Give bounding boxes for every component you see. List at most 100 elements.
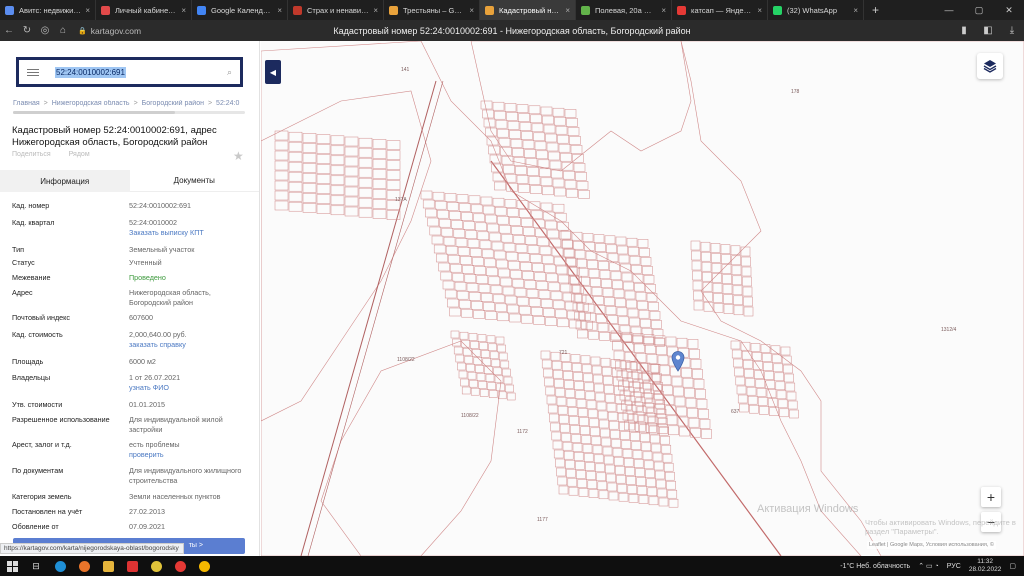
weather-widget[interactable]: -1°C Неб. облачность <box>840 563 910 570</box>
breadcrumb-item[interactable]: Богородский район <box>142 100 204 107</box>
parcel <box>624 290 636 300</box>
nearby-link[interactable]: Рядом <box>69 151 90 158</box>
parcel <box>665 336 677 347</box>
browser-tab[interactable]: Кадастровый номер × <box>480 0 576 20</box>
browser-tab[interactable]: Авитс: недвижимость × <box>0 0 96 20</box>
parcel <box>576 181 589 190</box>
parcel <box>505 384 514 393</box>
parcel <box>628 494 639 503</box>
breadcrumb-scrollbar[interactable] <box>13 111 245 114</box>
start-icon[interactable] <box>0 556 24 576</box>
close-icon[interactable]: × <box>853 6 858 15</box>
url-field[interactable]: 🔒 kartagov.com <box>78 26 141 36</box>
parcel <box>288 151 303 162</box>
share-link[interactable]: Поделиться <box>12 151 51 158</box>
map-attribution[interactable]: Leaflet | Google Maps, Условия использов… <box>867 541 996 549</box>
browser-tab[interactable]: Страх и ненависть в Л× <box>288 0 384 20</box>
close-icon[interactable]: × <box>85 6 90 15</box>
parcel <box>461 386 471 395</box>
close-icon[interactable]: × <box>181 6 186 15</box>
task-view-icon[interactable]: ⊟ <box>24 556 48 576</box>
parcel <box>575 461 585 470</box>
parcel <box>540 350 551 360</box>
parcel <box>710 243 721 253</box>
parcel-layer[interactable]: 141 178 137А 1108/22 1108/22 1172 1177 1312/4 72… <box>261 41 1024 556</box>
reload-icon[interactable]: ↻ <box>18 25 36 36</box>
parcel <box>631 264 642 274</box>
cadastral-map[interactable]: 141 178 137А 1108/22 1108/22 1172 1177 1312/4 72… <box>261 41 1024 556</box>
yandex-icon[interactable] <box>168 556 192 576</box>
parcel <box>644 413 656 423</box>
parcel <box>610 429 620 439</box>
parcel <box>759 406 769 415</box>
location-pin-icon[interactable] <box>671 350 685 372</box>
browser-tab[interactable]: Трестьяны – Google К × <box>384 0 480 20</box>
parcel <box>344 206 359 217</box>
shield-icon[interactable]: ◎ <box>36 25 54 36</box>
parcel <box>572 443 583 452</box>
close-icon[interactable]: × <box>565 6 570 15</box>
language-indicator[interactable]: РУС <box>947 563 961 570</box>
bookmark-icon[interactable]: ▮ <box>952 25 976 36</box>
layers-button[interactable] <box>977 53 1003 79</box>
close-icon[interactable]: × <box>661 6 666 15</box>
parcel <box>701 261 712 272</box>
edge-icon[interactable] <box>48 556 72 576</box>
browser-tab[interactable]: Личный кабинет - Ссо × <box>96 0 192 20</box>
menu-icon[interactable] <box>27 68 39 76</box>
parcel <box>528 105 541 115</box>
yandex-browser-icon[interactable] <box>192 556 216 576</box>
notifications-icon[interactable]: ▢ <box>1009 562 1016 570</box>
parcel <box>761 353 772 362</box>
search-icon[interactable]: ⌕ <box>227 67 232 78</box>
tab-info[interactable]: Информация <box>0 170 130 192</box>
property-value-text: Для индивидуальной жилой застройки <box>129 415 223 434</box>
parcel <box>453 229 466 238</box>
app-icon[interactable] <box>120 556 144 576</box>
browser-tab[interactable]: (32) WhatsApp × <box>768 0 864 20</box>
browser-tab[interactable]: Полевая, 20а — 2ГИС× <box>576 0 672 20</box>
home-icon[interactable]: ⌂ <box>54 25 72 36</box>
tab-title: катсап — Яндекс: наш <box>691 5 753 15</box>
search-input[interactable]: 52:24:0010002:691 <box>55 66 126 78</box>
property-link[interactable]: заказать справку <box>129 340 187 350</box>
file-explorer-icon[interactable] <box>96 556 120 576</box>
parcel <box>590 427 600 437</box>
browser-tab[interactable]: Google Календарь - н× <box>192 0 288 20</box>
chrome-icon[interactable] <box>144 556 168 576</box>
close-window-icon[interactable]: ✕ <box>994 5 1024 16</box>
parcel <box>777 399 788 409</box>
browser-tab[interactable]: катсап — Яндекс: наш × <box>672 0 768 20</box>
tray-icons[interactable]: ⌃ ▭ ◔ <box>918 562 939 570</box>
close-icon[interactable]: × <box>757 6 762 15</box>
property-link[interactable]: Заказать выписку КПТ <box>129 228 204 238</box>
favorite-star-icon[interactable]: ★ <box>233 149 244 163</box>
close-icon[interactable]: × <box>469 6 474 15</box>
extension-icon[interactable]: ◧ <box>976 25 1000 36</box>
search-box[interactable]: 52:24:0010002:691 ⌕ <box>16 57 243 87</box>
breadcrumb-item[interactable]: Нижегородская область <box>52 100 130 107</box>
parcel <box>330 205 345 216</box>
clock[interactable]: 11:32 28.02.2022 <box>969 558 1002 574</box>
collapse-sidebar-button[interactable]: ◀ <box>265 60 281 84</box>
firefox-icon[interactable] <box>72 556 96 576</box>
tab-documents[interactable]: Документы <box>129 170 259 192</box>
parcel <box>559 414 569 424</box>
zoom-in-button[interactable]: + <box>981 487 1001 507</box>
parcel <box>469 379 478 388</box>
back-icon[interactable]: ← <box>0 25 18 36</box>
breadcrumb-item[interactable]: 52:24:0 <box>216 100 239 107</box>
maximize-icon[interactable]: ▢ <box>964 5 994 16</box>
new-tab-icon[interactable]: + <box>864 3 887 17</box>
property-value: 1 от 26.07.2021 узнать ФИО <box>129 373 180 393</box>
property-link[interactable]: узнать ФИО <box>129 383 180 393</box>
property-link[interactable]: проверить <box>129 450 180 460</box>
minimize-icon[interactable]: — <box>934 5 964 16</box>
parcel <box>443 236 456 246</box>
download-icon[interactable]: ⤓ <box>1000 25 1024 36</box>
close-icon[interactable]: × <box>373 6 378 15</box>
breadcrumb-item[interactable]: Главная <box>13 100 40 107</box>
parcel <box>539 246 552 256</box>
parcel <box>684 387 695 398</box>
close-icon[interactable]: × <box>277 6 282 15</box>
